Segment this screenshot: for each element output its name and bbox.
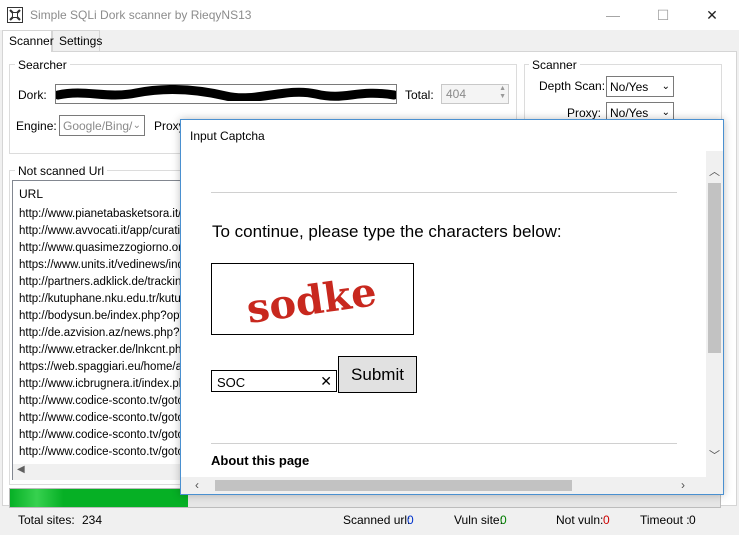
dialog-v-scrollbar[interactable]: ︿ ﹀: [706, 151, 723, 477]
captcha-prompt: To continue, please type the characters …: [212, 222, 562, 241]
searcher-group-title: Searcher: [15, 58, 70, 72]
dialog-h-scrollbar[interactable]: ‹ ›: [181, 477, 723, 494]
top-separator: [211, 192, 677, 193]
captcha-dialog: Input Captcha To continue, please type t…: [180, 119, 724, 495]
not-scanned-title: Not scanned Url: [15, 164, 108, 178]
url-list-item[interactable]: http://www.pianetabasketsora.it/i: [19, 208, 184, 225]
url-list-item[interactable]: http://www.codice-sconto.tv/gotc: [19, 412, 184, 429]
dork-input[interactable]: [55, 84, 397, 104]
captcha-input[interactable]: SOC ✕: [211, 370, 337, 392]
url-list-item[interactable]: http://www.etracker.de/lnkcnt.ph: [19, 344, 184, 361]
app-icon: [7, 7, 23, 23]
timeout-value: 0: [689, 513, 696, 527]
url-list-item[interactable]: https://web.spaggiari.eu/home/ap: [19, 361, 184, 378]
vuln-site-label: Vuln site:: [454, 513, 503, 527]
scanner-proxy-label: Proxy:: [567, 106, 602, 120]
minimize-button[interactable]: —: [590, 0, 636, 30]
submit-button[interactable]: Submit: [338, 356, 417, 393]
url-list-item[interactable]: https://www.units.it/vedinews/ind: [19, 259, 184, 276]
depth-scan-value: No/Yes: [610, 79, 649, 94]
total-label: Total:: [405, 88, 434, 102]
total-sites-value: 234: [82, 513, 103, 527]
window-title: Simple SQLi Dork scanner by RieqyNS13: [30, 8, 252, 22]
bottom-separator: [211, 443, 677, 444]
url-list-item[interactable]: http://bodysun.be/index.php?opti: [19, 310, 184, 327]
scanned-url-value: 0: [407, 513, 414, 527]
title-bar: Simple SQLi Dork scanner by RieqyNS13 — …: [0, 0, 739, 30]
about-heading: About this page: [211, 453, 310, 468]
chevron-down-icon: ⌄: [661, 81, 670, 92]
captcha-input-value: SOC: [217, 375, 246, 390]
dialog-title: Input Captcha: [190, 129, 265, 143]
captcha-svg: sodke: [244, 268, 380, 333]
scanner-proxy-value: No/Yes: [610, 105, 649, 120]
h-scroll-thumb[interactable]: [215, 480, 572, 491]
redacted-scribble: [56, 85, 396, 101]
scanner-group-title: Scanner: [529, 58, 580, 72]
chevron-down-icon: ⌄: [132, 120, 141, 131]
maximize-button[interactable]: ☐: [640, 0, 686, 30]
not-vuln-value: 0: [603, 513, 610, 527]
scroll-left-icon[interactable]: ◀: [17, 464, 25, 475]
timeout-label: Timeout :: [640, 513, 690, 527]
scroll-left-icon[interactable]: ‹: [195, 478, 199, 492]
engine-value: Google/Bing/: [63, 118, 133, 133]
scroll-right-icon[interactable]: ›: [681, 478, 685, 492]
url-list-item[interactable]: http://www.codice-sconto.tv/gotc: [19, 446, 184, 463]
progress-fill: [10, 489, 188, 507]
dork-label: Dork:: [18, 88, 47, 102]
vuln-site-value: 0: [500, 513, 507, 527]
url-list-item[interactable]: http://www.avvocati.it/app/curati: [19, 225, 184, 242]
engine-label: Engine:: [16, 119, 57, 133]
captcha-image: sodke: [211, 263, 414, 335]
total-value: 404: [446, 87, 467, 101]
scroll-down-icon[interactable]: ﹀: [709, 447, 720, 463]
url-list-item[interactable]: http://www.quasimezzogiorno.org: [19, 242, 184, 259]
tab-settings[interactable]: Settings: [52, 30, 102, 51]
total-sites-label: Total sites:: [18, 513, 75, 527]
stepper-arrows-icon[interactable]: ▲ ▼: [499, 85, 506, 101]
url-list-item[interactable]: http://partners.adklick.de/tracking: [19, 276, 184, 293]
clear-input-icon[interactable]: ✕: [320, 373, 332, 390]
close-button[interactable]: ✕: [689, 0, 735, 30]
url-list-item[interactable]: http://kutuphane.nku.edu.tr/kutup: [19, 293, 184, 310]
captcha-text: sodke: [244, 268, 380, 333]
scanned-url-label: Scanned url:: [343, 513, 411, 527]
scroll-up-icon[interactable]: ︿: [709, 163, 720, 179]
url-column-header[interactable]: URL: [19, 187, 43, 201]
url-list-item[interactable]: http://www.codice-sconto.tv/gotc: [19, 395, 184, 412]
url-list-h-scrollbar[interactable]: ◀: [13, 464, 187, 480]
url-list-item[interactable]: http://www.icbrugnera.it/index.ph: [19, 378, 184, 395]
total-stepper[interactable]: 404 ▲ ▼: [441, 84, 509, 104]
tab-scanner[interactable]: Scanner: [2, 30, 54, 52]
engine-select[interactable]: Google/Bing/ ⌄: [59, 115, 145, 136]
depth-scan-select[interactable]: No/Yes ⌄: [606, 76, 674, 97]
url-list-item[interactable]: http://www.codice-sconto.tv/gotc: [19, 429, 184, 446]
v-scroll-thumb[interactable]: [708, 183, 721, 353]
depth-scan-label: Depth Scan:: [539, 79, 606, 93]
chevron-down-icon: ⌄: [661, 107, 670, 118]
url-list-item[interactable]: http://de.azvision.az/news.php?i: [19, 327, 184, 344]
not-vuln-label: Not vuln:: [556, 513, 604, 527]
